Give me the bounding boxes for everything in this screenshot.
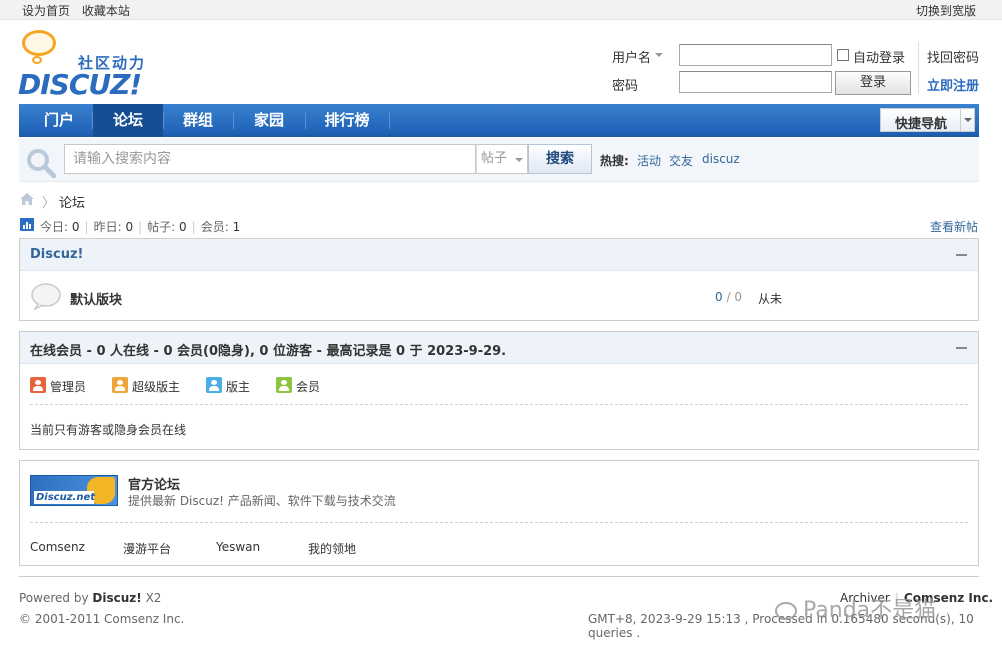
nav-item-ranking[interactable]: 排行榜 bbox=[306, 104, 388, 137]
member-icon bbox=[276, 377, 292, 393]
home-icon[interactable] bbox=[20, 193, 34, 205]
bookmark-link[interactable]: 收藏本站 bbox=[82, 4, 130, 18]
search-button[interactable]: 搜索 bbox=[528, 144, 592, 174]
username-label: 用户名 bbox=[612, 51, 652, 66]
online-message: 当前只有游客或隐身会员在线 bbox=[30, 423, 187, 437]
friend-link[interactable]: Comsenz bbox=[30, 540, 85, 554]
online-title: 在线会员 - 0 人在线 - 0 会员(0隐身), 0 位游客 - 最高记录是 … bbox=[30, 344, 507, 359]
chevron-down-icon[interactable] bbox=[960, 109, 974, 131]
hot-term-link[interactable]: discuz bbox=[702, 152, 740, 166]
powered-by-link[interactable]: Discuz! bbox=[92, 591, 141, 605]
set-home-link[interactable]: 设为首页 bbox=[22, 4, 70, 18]
admin-icon bbox=[30, 377, 46, 393]
nav-item-home[interactable]: 家园 bbox=[234, 104, 304, 137]
hot-term-link[interactable]: 活动 bbox=[637, 152, 661, 169]
collapse-icon[interactable] bbox=[956, 254, 967, 256]
forum-bubble-icon bbox=[31, 283, 61, 310]
nav-item-groups[interactable]: 群组 bbox=[164, 104, 232, 137]
hot-search-label: 热搜: bbox=[600, 154, 629, 168]
moderator-icon bbox=[206, 377, 222, 393]
stats-chart-icon bbox=[20, 218, 34, 231]
collapse-icon[interactable] bbox=[956, 347, 967, 349]
view-new-posts-link[interactable]: 查看新帖 bbox=[930, 218, 978, 235]
auto-login-checkbox[interactable] bbox=[837, 49, 849, 61]
register-link[interactable]: 立即注册 bbox=[927, 75, 979, 94]
copyright: © 2001-2011 Comsenz Inc. bbox=[19, 612, 185, 626]
forgot-password-link[interactable]: 找回密码 bbox=[927, 47, 979, 66]
main-nav: 门户 论坛 群组 家园 排行榜 bbox=[19, 104, 979, 137]
switch-width-link[interactable]: 切换到宽版 bbox=[916, 4, 976, 18]
online-members-box: 在线会员 - 0 人在线 - 0 会员(0隐身), 0 位游客 - 最高记录是 … bbox=[19, 331, 979, 450]
nav-item-portal[interactable]: 门户 bbox=[27, 104, 91, 137]
super-moderator-icon bbox=[112, 377, 128, 393]
login-button[interactable]: 登录 bbox=[835, 71, 911, 95]
logo-bubble-icon bbox=[22, 30, 56, 56]
wechat-icon bbox=[775, 602, 797, 620]
forum-last-post: 从未 bbox=[758, 292, 783, 306]
breadcrumb-current[interactable]: 论坛 bbox=[59, 196, 85, 211]
password-input[interactable] bbox=[679, 71, 832, 93]
friend-link[interactable]: Yeswan bbox=[216, 540, 260, 554]
official-forum-link[interactable]: 官方论坛 bbox=[128, 474, 180, 493]
legend-member-label: 会员 bbox=[296, 380, 321, 394]
logo-wordmark: DISCUZ! bbox=[18, 68, 142, 101]
quick-nav-label: 快捷导航 bbox=[895, 117, 948, 132]
legend-moderator-label: 版主 bbox=[226, 380, 251, 394]
friend-link[interactable]: 我的领地 bbox=[308, 540, 356, 557]
search-type-select[interactable]: 帖子 bbox=[476, 144, 528, 174]
watermark: Panda不是猫 bbox=[775, 592, 936, 624]
category-title[interactable]: Discuz! bbox=[30, 247, 83, 262]
legend-admin-label: 管理员 bbox=[50, 380, 87, 394]
powered-by: Powered by Discuz! X2 bbox=[19, 591, 162, 605]
breadcrumb: 〉论坛 bbox=[42, 196, 86, 211]
username-input[interactable] bbox=[679, 44, 832, 66]
nav-item-forum[interactable]: 论坛 bbox=[93, 104, 163, 137]
forum-stats: 今日: 0 | 昨日: 0 | 帖子: 0 | 会员: 1 bbox=[40, 220, 241, 234]
legend-super-moderator-label: 超级版主 bbox=[132, 380, 181, 394]
friend-link[interactable]: 漫游平台 bbox=[123, 540, 171, 557]
search-icon bbox=[27, 149, 56, 178]
quick-nav-button[interactable]: 快捷导航 bbox=[880, 108, 975, 132]
forum-name-link[interactable]: 默认版块 bbox=[70, 289, 122, 308]
forum-counts: 0 / 0 bbox=[715, 290, 742, 304]
category-box: Discuz! 默认版块 0 / 0 从未 bbox=[19, 238, 979, 321]
site-logo[interactable]: 社区动力 DISCUZ! bbox=[18, 30, 153, 101]
links-box: Discuz.net 官方论坛 提供最新 Discuz! 产品新闻、软件下载与技… bbox=[19, 460, 979, 566]
hot-term-link[interactable]: 交友 bbox=[669, 152, 693, 169]
search-input[interactable]: 请输入搜索内容 bbox=[64, 144, 476, 174]
discuz-net-logo[interactable]: Discuz.net bbox=[30, 475, 118, 506]
password-label: 密码 bbox=[612, 79, 639, 94]
official-forum-desc: 提供最新 Discuz! 产品新闻、软件下载与技术交流 bbox=[128, 494, 396, 508]
chevron-down-icon[interactable] bbox=[655, 53, 663, 61]
top-bar: 设为首页 收藏本站 切换到宽版 bbox=[0, 0, 1002, 20]
auto-login-label: 自动登录 bbox=[853, 51, 906, 66]
